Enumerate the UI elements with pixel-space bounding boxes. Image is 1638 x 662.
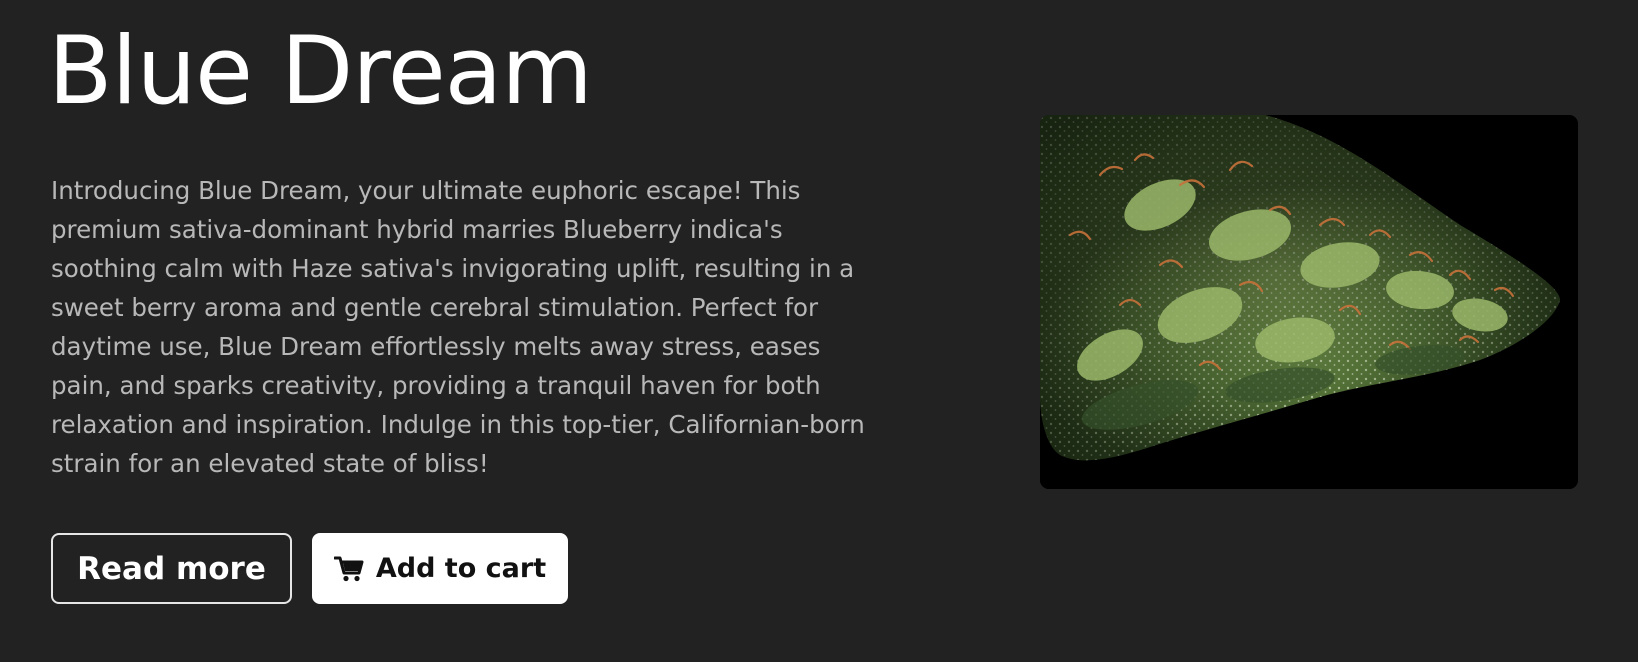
add-to-cart-button[interactable]: Add to cart <box>312 533 568 604</box>
product-actions: Read more Add to cart <box>51 533 568 604</box>
add-to-cart-label: Add to cart <box>375 553 547 584</box>
read-more-button[interactable]: Read more <box>51 533 292 604</box>
cart-icon <box>333 555 364 583</box>
cannabis-bud-image <box>1040 115 1578 489</box>
product-description: Introducing Blue Dream, your ultimate eu… <box>51 176 865 478</box>
product-title: Blue Dream <box>48 17 593 126</box>
read-more-label: Read more <box>77 550 266 587</box>
product-image <box>1040 115 1578 489</box>
product-page: Blue Dream Introducing Blue Dream, your … <box>0 0 1638 662</box>
